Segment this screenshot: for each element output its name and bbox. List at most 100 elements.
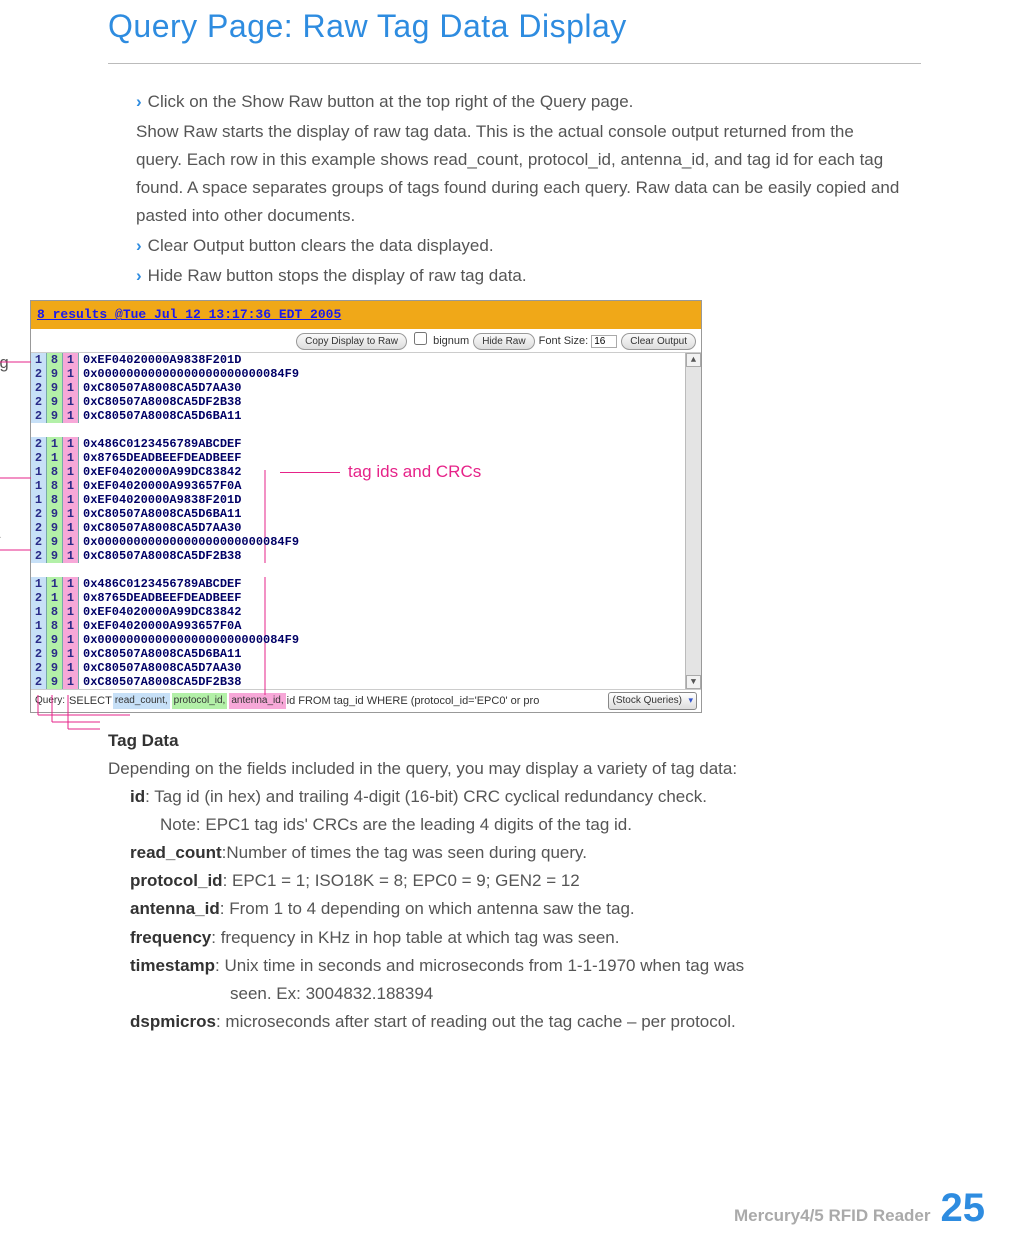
bignum-checkbox[interactable]	[414, 332, 427, 345]
table-row: 1810xEF04020000A993657F0A	[31, 619, 701, 633]
cell-protocol-id: 8	[47, 465, 63, 479]
table-row: 2910xC80507A8008CA5DF2B38	[31, 395, 701, 409]
cell-protocol-id: 9	[47, 395, 63, 409]
cell-read-count: 1	[31, 353, 47, 367]
cell-protocol-id: 9	[47, 521, 63, 535]
clear-output-button[interactable]: Clear Output	[621, 333, 696, 350]
cell-antenna-id: 1	[63, 493, 79, 507]
scroll-down-icon[interactable]: ▼	[686, 675, 701, 689]
cell-read-count: 1	[31, 493, 47, 507]
cell-read-count: 1	[31, 465, 47, 479]
cell-read-count: 2	[31, 535, 47, 549]
cell-protocol-id: 9	[47, 507, 63, 521]
def-id-body: : Tag id (in hex) and trailing 4-digit (…	[145, 783, 921, 811]
table-row: 2910xC80507A8008CA5DF2B38	[31, 675, 701, 689]
cell-tag-id: 0xEF04020000A993657F0A	[79, 619, 701, 633]
table-row: 2910xC80507A8008CA5D7AA30	[31, 661, 701, 675]
def-id-term: id	[130, 783, 145, 811]
table-row: 2910x00000000000000000000000084F9	[31, 633, 701, 647]
cell-tag-id: 0xC80507A8008CA5DF2B38	[79, 549, 701, 563]
cell-tag-id: 0xC80507A8008CA5D6BA11	[79, 409, 701, 423]
cell-protocol-id: 8	[47, 605, 63, 619]
cell-protocol-id: 9	[47, 409, 63, 423]
cell-read-count: 2	[31, 409, 47, 423]
cell-protocol-id: 8	[47, 493, 63, 507]
cell-protocol-id: 9	[47, 661, 63, 675]
hide-raw-button[interactable]: Hide Raw	[473, 333, 534, 350]
def-id-note: Note: EPC1 tag ids' CRCs are the leading…	[160, 811, 921, 839]
cell-protocol-id: 1	[47, 591, 63, 605]
stock-queries-select[interactable]: (Stock Queries)	[608, 692, 697, 711]
table-row: 2910xC80507A8008CA5D7AA30	[31, 521, 701, 535]
def-frequency-body: : frequency in KHz in hop table at which…	[211, 924, 921, 952]
cell-read-count: 2	[31, 633, 47, 647]
cell-antenna-id: 1	[63, 437, 79, 451]
title-divider	[108, 63, 921, 64]
cell-antenna-id: 1	[63, 605, 79, 619]
raw-toolbar: Copy Display to Raw bignum Hide Raw Font…	[31, 329, 701, 353]
table-row	[31, 563, 701, 577]
cell-tag-id: 0x486C0123456789ABCDEF	[79, 577, 701, 591]
cell-read-count: 2	[31, 675, 47, 689]
table-row: 2110x486C0123456789ABCDEF	[31, 437, 701, 451]
cell-protocol-id: 8	[47, 619, 63, 633]
cell-tag-id: 0xC80507A8008CA5D6BA11	[79, 507, 701, 521]
cell-antenna-id: 1	[63, 661, 79, 675]
table-row: 1110x486C0123456789ABCDEF	[31, 577, 701, 591]
cell-protocol-id: 8	[47, 479, 63, 493]
cell-protocol-id: 1	[47, 437, 63, 451]
callout-tag-ids: tag ids and CRCs	[280, 458, 481, 486]
query-rest: id FROM tag_id WHERE (protocol_id='EPC0'…	[287, 692, 540, 710]
callout-protocol-id: protocol_id: see list below	[0, 446, 10, 500]
scroll-up-icon[interactable]: ▲	[686, 353, 701, 367]
def-antenna-id-term: antenna_id	[130, 895, 220, 923]
page-title: Query Page: Raw Tag Data Display	[0, 0, 1021, 63]
def-dspmicros-body: : microseconds after start of reading ou…	[216, 1008, 921, 1036]
cell-protocol-id: 9	[47, 549, 63, 563]
def-antenna-id-body: : From 1 to 4 depending on which antenna…	[220, 895, 921, 923]
cell-tag-id: 0x8765DEADBEEFDEADBEEF	[79, 591, 701, 605]
callout-antenna-id: antenna_id: antenna which saw the tag	[0, 520, 10, 574]
def-timestamp-term: timestamp	[130, 952, 215, 980]
cell-protocol-id: 1	[47, 451, 63, 465]
copy-display-button[interactable]: Copy Display to Raw	[296, 333, 407, 350]
cell-antenna-id: 1	[63, 591, 79, 605]
cell-antenna-id: 1	[63, 577, 79, 591]
bullet-show-raw: Click on the Show Raw button at the top …	[136, 88, 901, 116]
tag-data-heading: Tag Data	[108, 727, 921, 755]
cell-antenna-id: 1	[63, 367, 79, 381]
def-frequency-term: frequency	[130, 924, 211, 952]
cell-tag-id: 0x00000000000000000000000084F9	[79, 633, 701, 647]
scrollbar[interactable]: ▲ ▼	[685, 353, 701, 689]
query-chip-antenna-id: antenna_id,	[229, 693, 285, 710]
query-input[interactable]: SELECT read_count, protocol_id, antenna_…	[69, 692, 604, 710]
query-select-keyword: SELECT	[69, 692, 112, 710]
cell-antenna-id: 1	[63, 633, 79, 647]
cell-tag-id: 0xEF04020000A9838F201D	[79, 493, 701, 507]
table-row: 2910xC80507A8008CA5D6BA11	[31, 647, 701, 661]
font-size-input[interactable]	[591, 335, 617, 348]
table-row: 2110x8765DEADBEEFDEADBEEF	[31, 591, 701, 605]
cell-read-count: 2	[31, 521, 47, 535]
cell-read-count: 2	[31, 381, 47, 395]
table-row: 1810xEF04020000A99DC83842	[31, 605, 701, 619]
table-row: 2910x00000000000000000000000084F9	[31, 535, 701, 549]
para-show-raw-desc: Show Raw starts the display of raw tag d…	[136, 118, 901, 230]
cell-read-count: 2	[31, 591, 47, 605]
bullet-clear-output: Clear Output button clears the data disp…	[136, 232, 901, 260]
cell-tag-id: 0xEF04020000A9838F201D	[79, 353, 701, 367]
cell-protocol-id: 9	[47, 535, 63, 549]
cell-antenna-id: 1	[63, 381, 79, 395]
def-dspmicros-term: dspmicros	[130, 1008, 216, 1036]
query-chip-read-count: read_count,	[113, 693, 170, 710]
cell-tag-id: 0xC80507A8008CA5D6BA11	[79, 647, 701, 661]
cell-antenna-id: 1	[63, 353, 79, 367]
cell-read-count: 1	[31, 605, 47, 619]
raw-output-screenshot: 8 results @Tue Jul 12 13:17:36 EDT 2005 …	[30, 300, 702, 713]
cell-tag-id: 0x00000000000000000000000084F9	[79, 367, 701, 381]
cell-read-count: 2	[31, 451, 47, 465]
cell-protocol-id: 9	[47, 367, 63, 381]
cell-tag-id: 0xEF04020000A99DC83842	[79, 605, 701, 619]
cell-read-count: 2	[31, 437, 47, 451]
cell-tag-id: 0x486C0123456789ABCDEF	[79, 437, 701, 451]
